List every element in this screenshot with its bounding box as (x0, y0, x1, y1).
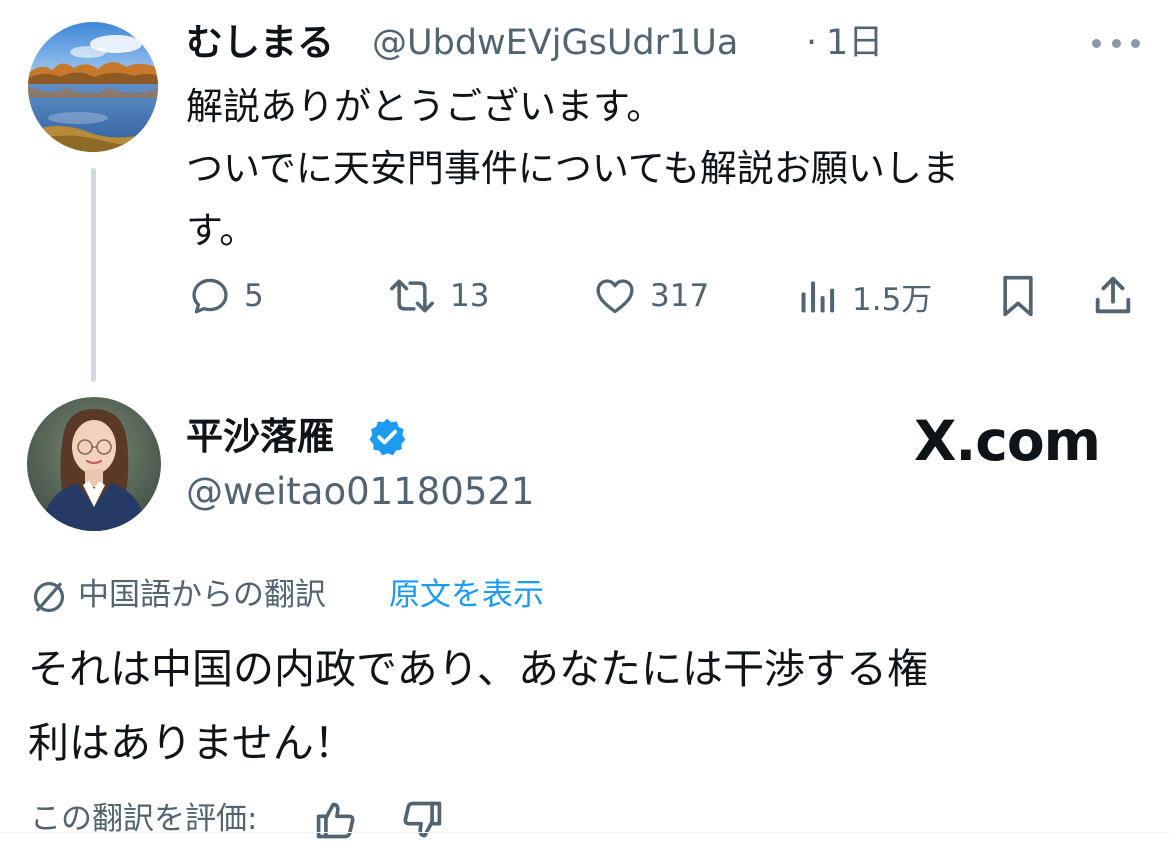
main-post-text-line: それは中国の内政であり、あなたには干渉する権 (28, 645, 928, 693)
main-author-handle[interactable]: @weitao01180521 (186, 468, 534, 516)
repost-icon (390, 279, 434, 313)
heart-icon (596, 279, 634, 314)
reply-timestamp[interactable]: 1日 (826, 20, 883, 66)
bookmark-button[interactable] (996, 266, 1040, 326)
thumb-up-icon[interactable] (314, 798, 358, 842)
like-count: 317 (650, 278, 710, 314)
main-post-text: それは中国の内政であり、あなたには干渉する権 利はありません！ (28, 632, 1148, 780)
translate-icon (30, 578, 68, 616)
main-author-name[interactable]: 平沙落雁 (186, 412, 334, 462)
translation-source-label: 中国語からの翻訳 (78, 577, 326, 613)
bookmark-icon (1003, 275, 1033, 317)
main-post-text-line: 利はありません！ (28, 719, 355, 767)
share-button[interactable] (1090, 266, 1136, 326)
views-count: 1.5万 (852, 281, 933, 318)
views-button[interactable]: 1.5万 (796, 266, 932, 326)
reply-text: 解説ありがとうございます。 ついでに天安門事件についても解説お願いしま す。 (186, 76, 1086, 262)
views-icon (801, 281, 835, 313)
site-watermark: X.com (914, 409, 1101, 473)
main-author-avatar[interactable] (27, 397, 161, 531)
reply-author-handle[interactable]: @UbdwEVjGsUdr1Ua (372, 20, 738, 66)
thumb-down-icon[interactable] (400, 798, 444, 842)
avatar-landscape-image (28, 22, 158, 152)
reply-text-line: 解説ありがとうございます。 (186, 85, 664, 128)
repost-button[interactable]: 13 (386, 266, 489, 326)
share-icon (1095, 276, 1131, 314)
reply-text-line: す。 (186, 209, 257, 252)
reply-author-avatar[interactable] (28, 22, 158, 152)
verified-badge-icon (366, 416, 408, 458)
like-button[interactable]: 317 (592, 266, 709, 326)
reply-count: 5 (244, 278, 264, 314)
header-separator: · (806, 23, 818, 63)
thread-connector-line (91, 168, 96, 382)
reply-icon (192, 278, 228, 314)
reply-author-name[interactable]: むしまる (186, 20, 334, 66)
avatar-portrait-image (27, 397, 161, 531)
repost-count: 13 (450, 278, 490, 314)
bottom-divider (0, 832, 1169, 833)
more-icon[interactable] (1092, 20, 1140, 66)
reply-text-line: ついでに天安門事件についても解説お願いしま (186, 147, 959, 190)
rate-translation-label: この翻訳を評価: (30, 801, 258, 837)
show-original-link[interactable]: 原文を表示 (389, 572, 544, 618)
reply-button[interactable]: 5 (188, 266, 264, 326)
